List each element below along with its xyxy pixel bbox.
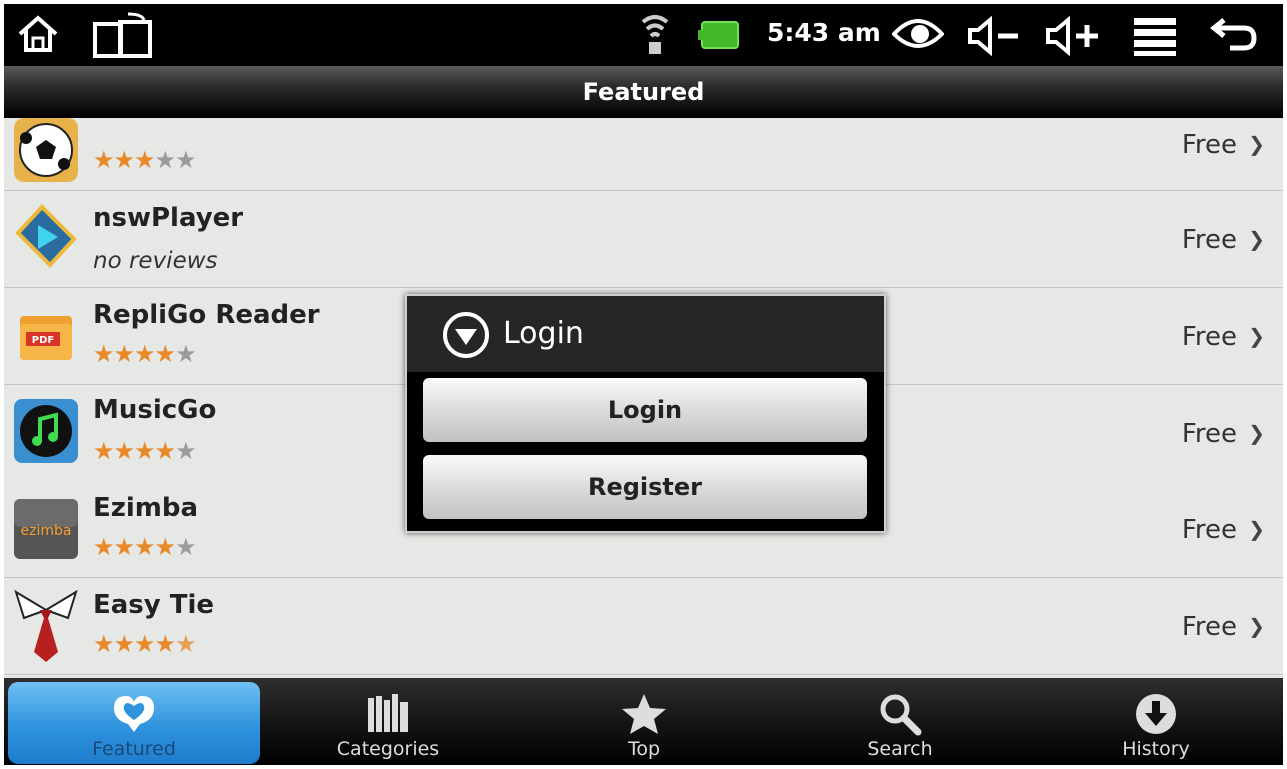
download-icon (1132, 692, 1180, 740)
tab-label: Featured (92, 738, 176, 760)
login-dialog: Login Login Register (405, 294, 886, 533)
login-button[interactable]: Login (423, 378, 867, 442)
tab-search[interactable]: Search (772, 682, 1028, 764)
list-item[interactable]: watchfootballap ★★★★★ Free ❯ (4, 118, 1283, 191)
video-player-icon (12, 203, 80, 271)
chevron-right-icon: ❯ (1248, 517, 1265, 541)
ezimba-logo-icon: ezimba (12, 495, 80, 563)
home-icon[interactable] (16, 12, 60, 60)
chevron-right-icon: ❯ (1248, 227, 1265, 251)
rating-stars: ★★★★★ (93, 437, 197, 465)
back-icon[interactable] (1209, 14, 1258, 58)
app-price: Free (1181, 225, 1237, 255)
tab-featured[interactable]: Featured (8, 682, 260, 764)
ezimba-icon-label: ezimba (21, 523, 72, 539)
list-item[interactable]: nswPlayer no reviews Free ❯ (4, 191, 1283, 288)
bottom-nav: Featured Categories Top Search History (4, 678, 1283, 765)
dropdown-circle-icon (441, 310, 491, 364)
chevron-right-icon: ❯ (1248, 614, 1265, 638)
tab-label: Top (627, 738, 661, 760)
tab-label: Categories (336, 738, 440, 760)
soccer-ball-icon (12, 118, 80, 184)
pdf-folder-icon: PDF (12, 304, 80, 372)
chevron-right-icon: ❯ (1248, 324, 1265, 348)
app-name: Easy Tie (93, 590, 215, 620)
star-icon (620, 692, 668, 740)
rotate-screen-icon[interactable] (92, 12, 156, 64)
volume-up-icon[interactable] (1044, 15, 1104, 60)
app-price: Free (1181, 612, 1237, 642)
tab-top[interactable]: Top (516, 682, 772, 764)
search-icon (876, 692, 924, 740)
rating-stars: ★★★★★ (93, 146, 197, 174)
app-name: nswPlayer (93, 203, 244, 233)
app-name: Ezimba (93, 493, 199, 523)
battery-icon (698, 20, 742, 54)
chevron-right-icon: ❯ (1248, 421, 1265, 445)
app-name: MusicGo (93, 395, 217, 425)
pdf-icon-label: PDF (32, 335, 54, 346)
app-price: Free (1181, 419, 1237, 449)
books-icon (364, 692, 412, 740)
list-item[interactable]: Easy Tie ★★★★★ Free ❯ (4, 578, 1283, 675)
app-screen: 5:43 am Featured watchfootballap ★★★★★ (4, 4, 1283, 765)
volume-down-icon[interactable] (966, 15, 1026, 60)
app-price: Free (1181, 130, 1237, 160)
dialog-title: Login (503, 316, 584, 351)
app-price: Free (1181, 322, 1237, 352)
register-button[interactable]: Register (423, 455, 867, 519)
status-bar: 5:43 am (4, 4, 1283, 66)
rating-stars: ★★★★★ (93, 533, 197, 561)
necktie-icon (12, 588, 80, 662)
music-note-icon (12, 397, 80, 465)
chevron-right-icon: ❯ (1248, 132, 1265, 156)
tab-history[interactable]: History (1028, 682, 1283, 764)
app-name: RepliGo Reader (93, 300, 320, 330)
tab-label: History (1122, 738, 1190, 760)
status-time: 5:43 am (767, 18, 881, 47)
tab-label: Search (867, 738, 933, 760)
eye-icon[interactable] (891, 14, 945, 58)
rating-text: no reviews (93, 248, 218, 274)
rating-stars: ★★★★★ (93, 340, 197, 368)
dialog-header: Login (407, 296, 884, 372)
menu-icon[interactable] (1132, 14, 1178, 62)
wifi-icon (640, 12, 670, 60)
app-price: Free (1181, 515, 1237, 545)
page-title: Featured (582, 78, 705, 106)
title-bar: Featured (4, 66, 1283, 118)
rating-stars: ★★★★★ (93, 630, 197, 658)
heart-bubble-icon (110, 692, 158, 740)
tab-categories[interactable]: Categories (260, 682, 516, 764)
